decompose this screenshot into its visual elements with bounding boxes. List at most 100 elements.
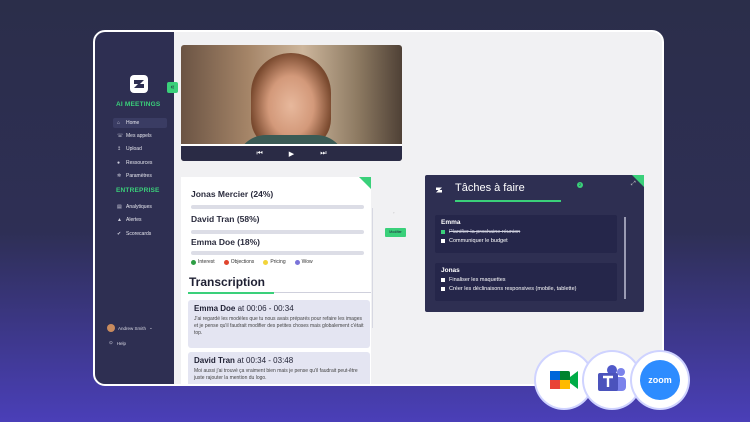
panel-corner-accent (359, 177, 371, 189)
legend-item[interactable]: Wow (294, 259, 313, 265)
speaker-bar (191, 205, 364, 209)
divider (274, 292, 371, 293)
modifier-button[interactable]: Modifier (385, 228, 406, 237)
section-title-ai-meetings: AI MEETINGS (116, 101, 161, 108)
google-meet-icon (550, 371, 578, 389)
legend-dot (294, 259, 300, 265)
collapse-sidebar-button[interactable]: « (167, 82, 178, 93)
home-icon: ⌂ (117, 119, 121, 126)
video-player[interactable]: ⏮ ▶ ⏭ (181, 45, 402, 161)
transcript-time: 00:06 - 00:34 (246, 304, 294, 313)
legend-item[interactable]: Objections (223, 259, 254, 265)
task-item[interactable]: Finaliser les maquettes (441, 277, 611, 283)
transcript-at: at (237, 304, 245, 313)
transcript-at: at (237, 356, 244, 365)
help-label: Help (116, 340, 127, 346)
tasks-underline (455, 200, 561, 202)
microsoft-teams-icon (598, 365, 626, 391)
nav-label: Analytiques (126, 204, 152, 210)
legend-dot (191, 259, 196, 265)
transcript-entry[interactable]: Emma Doe at 00:06 - 00:34 J'ai regardé l… (188, 300, 370, 348)
task-group-name: Jonas (441, 267, 460, 274)
expand-icon[interactable]: ◦ (393, 210, 394, 215)
transcription-title: Transcription (189, 275, 266, 289)
chart-icon: ▤ (117, 203, 122, 210)
speaker-bar (191, 251, 364, 255)
checkbox-icon[interactable] (441, 278, 445, 282)
task-text: Finaliser les maquettes (449, 277, 506, 283)
video-controls: ⏮ ▶ ⏭ (181, 146, 402, 161)
gear-icon: ✲ (117, 172, 122, 179)
section-title-entreprise: ENTREPRISE (116, 187, 160, 194)
transcript-entry[interactable]: David Tran at 00:34 - 03:48 Moi aussi j'… (188, 352, 370, 384)
nav-item-mes-appels[interactable]: ☏ Mes appels (113, 131, 167, 141)
task-text: Planifier la prochaine réunion (449, 229, 521, 235)
scrollbar[interactable] (372, 208, 378, 328)
tasks-scrollbar[interactable] (624, 217, 626, 299)
nav-label: Mes appels (126, 133, 152, 139)
legend-dot (263, 259, 269, 265)
zoom-badge: zoom (632, 352, 688, 408)
avatar (107, 324, 115, 332)
brand-logo-icon (436, 187, 442, 193)
speaker-label: Emma Doe (18%) (191, 237, 260, 247)
upload-icon: ↥ (117, 145, 122, 152)
play-icon[interactable]: ▶ (289, 150, 294, 158)
nav-label: Upload (126, 146, 142, 152)
task-group: Emma Planifier la prochaine réunion Comm… (435, 215, 617, 253)
nav-item-parametres[interactable]: ✲ Paramètres (113, 171, 167, 181)
nav-item-upload[interactable]: ↥ Upload (113, 144, 167, 154)
task-text: Communiquer le budget (449, 238, 508, 244)
book-icon: ● (117, 159, 121, 166)
tasks-title: Tâches à faire (455, 182, 525, 194)
nav-label: Home (126, 120, 140, 126)
chevron-down-icon: ⌄ (149, 325, 153, 330)
app-window: AI MEETINGS ⌂ Home ☏ Mes appels ↥ Upload… (93, 30, 664, 386)
nav-label: Scorecards (126, 231, 152, 237)
task-item[interactable]: Créer les déclinaisons responsives (mobi… (441, 286, 611, 292)
nav-item-analytiques[interactable]: ▤ Analytiques (113, 202, 167, 212)
checkbox-icon[interactable] (441, 287, 445, 291)
task-text: Créer les déclinaisons responsives (mobi… (449, 286, 577, 292)
nav-item-ressources[interactable]: ● Ressources (113, 158, 167, 168)
brand-logo-icon (130, 75, 148, 93)
help-link[interactable]: ⊙ Help (109, 340, 126, 346)
topic-legend: Interest Objections Pricing Wow (191, 259, 313, 265)
task-item[interactable]: Planifier la prochaine réunion (441, 229, 611, 235)
speaker-label: Jonas Mercier (24%) (191, 189, 274, 199)
skip-back-icon[interactable]: ⏮ (256, 150, 262, 158)
nav-label: Paramètres (126, 173, 152, 179)
sidebar: AI MEETINGS ⌂ Home ☏ Mes appels ↥ Upload… (95, 32, 174, 384)
nav-label: Ressources (126, 160, 153, 166)
expand-icon[interactable]: ⤢ (631, 181, 636, 188)
checkbox-icon[interactable] (441, 239, 445, 243)
phone-icon: ☏ (117, 132, 124, 139)
transcript-text: Moi aussi j'ai trouvé ça vraiment bien m… (194, 368, 358, 381)
nav-item-home[interactable]: ⌂ Home (113, 118, 167, 128)
skip-forward-icon[interactable]: ⏭ (320, 150, 326, 158)
transcript-text: J'ai regardé les modèles que tu nous ava… (194, 316, 364, 336)
target-icon: ✔ (117, 230, 122, 237)
transcript-speaker: Emma Doe (194, 304, 236, 313)
checked-checkbox-icon[interactable] (441, 230, 445, 234)
help-icon: ⊙ (109, 340, 113, 345)
task-group: Jonas Finaliser les maquettes Créer les … (435, 263, 617, 301)
user-name: Andrew Smith (118, 325, 147, 331)
nav-item-alertes[interactable]: ▲ Alertes (113, 215, 167, 225)
transcription-underline (188, 292, 274, 294)
tasks-count-badge: 2 (577, 182, 583, 188)
task-group-name: Emma (441, 219, 461, 226)
task-item[interactable]: Communiquer le budget (441, 238, 611, 244)
legend-dot (223, 259, 229, 265)
legend-item[interactable]: Pricing (263, 259, 286, 265)
transcript-speaker: David Tran (194, 356, 235, 365)
zoom-icon: zoom (640, 360, 680, 400)
nav-label: Alertes (126, 217, 142, 223)
nav-item-scorecards[interactable]: ✔ Scorecards (113, 229, 167, 239)
transcript-time: 00:34 - 03:48 (246, 356, 294, 365)
speaker-bar (191, 230, 364, 234)
user-menu[interactable]: Andrew Smith ⌄ (107, 324, 153, 332)
legend-item[interactable]: Interest (191, 259, 215, 265)
bell-icon: ▲ (117, 216, 122, 223)
tasks-panel: Tâches à faire 2 ⤢ Emma Planifier la pro… (425, 175, 644, 312)
